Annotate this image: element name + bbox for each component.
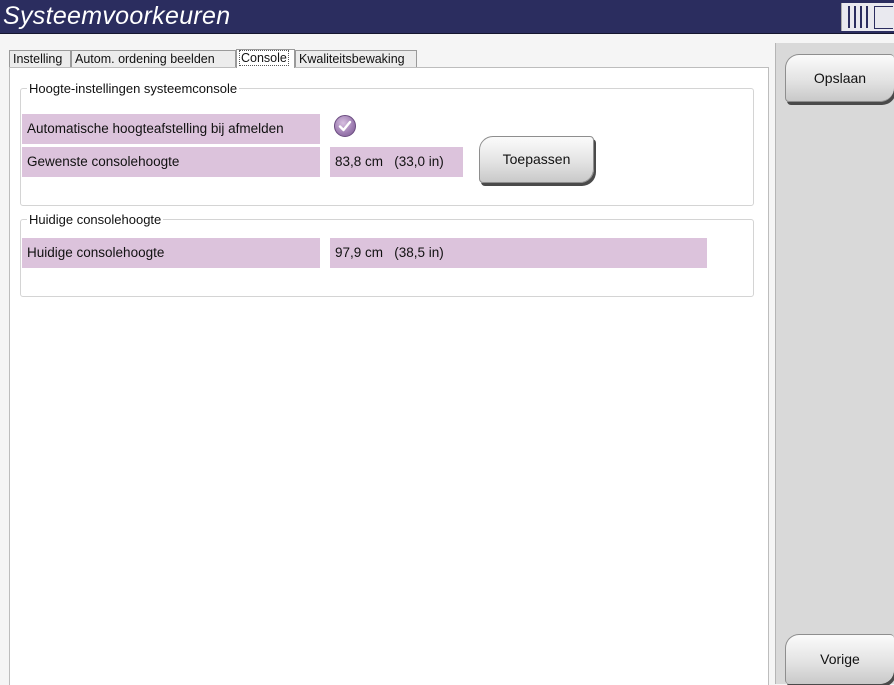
current-height-label: Huidige consolehoogte <box>22 238 320 268</box>
window-control-icon[interactable] <box>841 3 894 31</box>
tab-console-label: Console <box>239 50 289 66</box>
window-title: Systeemvoorkeuren <box>3 2 231 30</box>
desired-height-label: Gewenste consolehoogte <box>22 147 320 177</box>
save-button[interactable]: Opslaan <box>785 54 894 102</box>
apply-button[interactable]: Toepassen <box>479 136 594 183</box>
side-panel <box>775 43 894 684</box>
tab-instelling[interactable]: Instelling <box>9 50 71 67</box>
height-settings-legend: Hoogte-instellingen systeemconsole <box>27 81 240 96</box>
tab-autom-ordening-beelden[interactable]: Autom. ordening beelden <box>71 50 236 67</box>
current-height-value: 97,9 cm (38,5 in) <box>330 238 707 268</box>
tab-console[interactable]: Console <box>236 49 295 68</box>
desired-height-value: 83,8 cm (33,0 in) <box>330 147 463 177</box>
auto-height-label: Automatische hoogteafstelling bij afmeld… <box>22 114 320 144</box>
auto-height-checkbox[interactable] <box>334 115 356 137</box>
tab-kwaliteitsbewaking[interactable]: Kwaliteitsbewaking <box>295 50 417 67</box>
back-button[interactable]: Vorige <box>785 634 894 684</box>
title-bar: Systeemvoorkeuren <box>0 0 894 34</box>
current-height-legend: Huidige consolehoogte <box>27 212 164 227</box>
checkmark-icon <box>338 120 352 132</box>
